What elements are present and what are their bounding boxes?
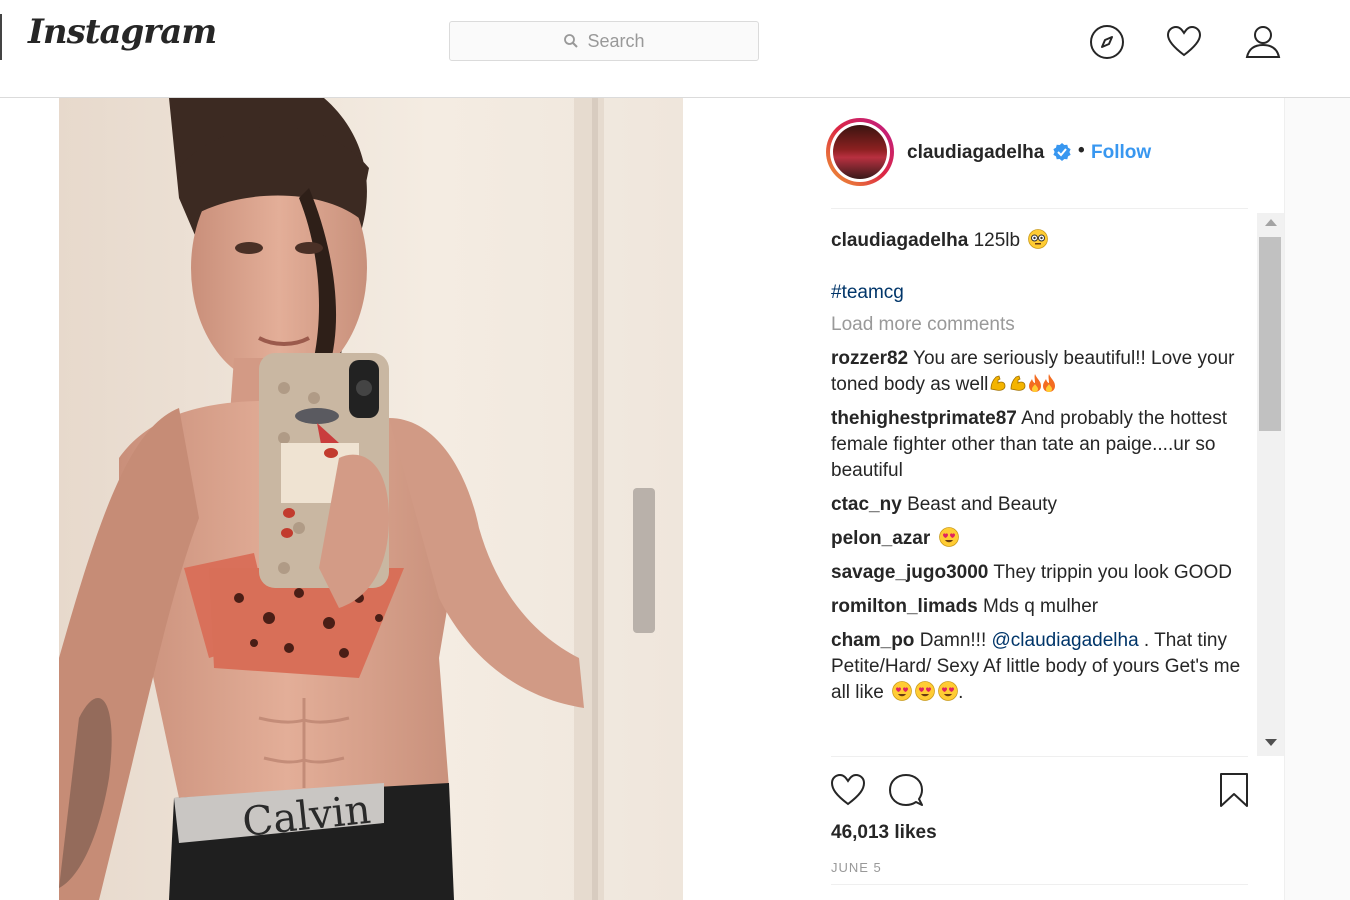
scroll-up-arrow-icon[interactable]	[1265, 219, 1277, 226]
caption: claudiagadelha 125lb	[831, 228, 1249, 254]
comment-text: .	[958, 682, 964, 703]
flushed-face-emoji-icon	[1028, 229, 1049, 249]
heart-eyes-emoji-icon	[938, 527, 959, 547]
comment-username[interactable]: ctac_ny	[831, 494, 902, 515]
comment-username[interactable]: savage_jugo3000	[831, 562, 988, 583]
scroll-down-arrow-icon[interactable]	[1265, 739, 1277, 746]
heart-eyes-emoji-icon	[892, 681, 912, 701]
comment-text: Damn!!!	[919, 630, 987, 651]
comment-item: savage_jugo3000 They trippin you look GO…	[831, 560, 1249, 586]
separator-dot: •	[1078, 140, 1085, 161]
fire-emoji-icon	[1043, 374, 1056, 392]
comment-text: Mds q mulher	[983, 596, 1099, 617]
like-heart-icon[interactable]	[830, 772, 866, 808]
window-edge	[0, 14, 2, 60]
heart-icon[interactable]	[1166, 24, 1202, 60]
divider	[831, 884, 1248, 885]
comment-item: ctac_ny Beast and Beauty	[831, 492, 1249, 518]
verified-badge-icon	[1053, 143, 1071, 161]
post-date[interactable]: JUNE 5	[831, 860, 882, 875]
caption-text: 125lb	[973, 230, 1021, 251]
heart-eyes-emoji-icon	[915, 681, 935, 701]
page-background-strip	[1285, 98, 1350, 900]
comment-username[interactable]: thehighestprimate87	[831, 408, 1017, 429]
comment-username[interactable]: romilton_limads	[831, 596, 978, 617]
search-icon	[564, 34, 579, 48]
compass-icon[interactable]	[1089, 24, 1125, 60]
comments-scrollbar[interactable]	[1257, 213, 1284, 756]
bookmark-icon[interactable]	[1216, 772, 1252, 808]
load-more-comments[interactable]: Load more comments	[831, 312, 1249, 338]
search-placeholder: Search	[587, 30, 645, 51]
comment-text: They trippin you look GOOD	[993, 562, 1232, 583]
divider	[831, 208, 1248, 209]
comment-username[interactable]: rozzer82	[831, 348, 908, 369]
comment-username[interactable]: cham_po	[831, 630, 914, 651]
avatar-frame	[830, 122, 890, 182]
mention-link[interactable]: @claudiagadelha	[992, 630, 1139, 651]
story-ring[interactable]	[826, 118, 894, 186]
follow-button[interactable]: Follow	[1091, 142, 1151, 164]
caption-hashtag-line: #teamcg	[831, 280, 1249, 306]
comment-item: romilton_limads Mds q mulher	[831, 594, 1249, 620]
load-more-label[interactable]: Load more comments	[831, 314, 1015, 335]
flexed-biceps-emoji-icon	[1010, 375, 1026, 391]
post-owner-username[interactable]: claudiagadelha	[907, 142, 1044, 164]
flexed-biceps-emoji-icon	[990, 375, 1006, 391]
divider	[831, 756, 1248, 757]
hashtag-link[interactable]: #teamcg	[831, 282, 904, 303]
comment-item: pelon_azar	[831, 526, 1249, 552]
post-photo[interactable]: Calvin	[59, 98, 683, 900]
avatar	[833, 125, 887, 179]
comment-item: thehighestprimate87 And probably the hot…	[831, 406, 1249, 484]
comment-username[interactable]: pelon_azar	[831, 528, 930, 549]
top-nav-bar: Instagram Search	[0, 0, 1350, 98]
comment-item: rozzer82 You are seriously beautiful!! L…	[831, 346, 1249, 398]
instagram-logo[interactable]: Instagram	[28, 12, 217, 52]
search-input[interactable]: Search	[449, 21, 759, 61]
comment-bubble-icon[interactable]	[888, 772, 924, 808]
comments-list: claudiagadelha 125lb #teamcg Load more c…	[831, 228, 1249, 756]
caption-username[interactable]: claudiagadelha	[831, 230, 968, 251]
comment-text: Beast and Beauty	[907, 494, 1058, 515]
scrollbar-thumb[interactable]	[1259, 237, 1281, 431]
fire-emoji-icon	[1029, 374, 1042, 392]
comment-item: cham_po Damn!!! @claudiagadelha . That t…	[831, 628, 1249, 706]
heart-eyes-emoji-icon	[938, 681, 958, 701]
profile-icon[interactable]	[1245, 24, 1281, 60]
likes-count[interactable]: 46,013 likes	[831, 822, 937, 844]
